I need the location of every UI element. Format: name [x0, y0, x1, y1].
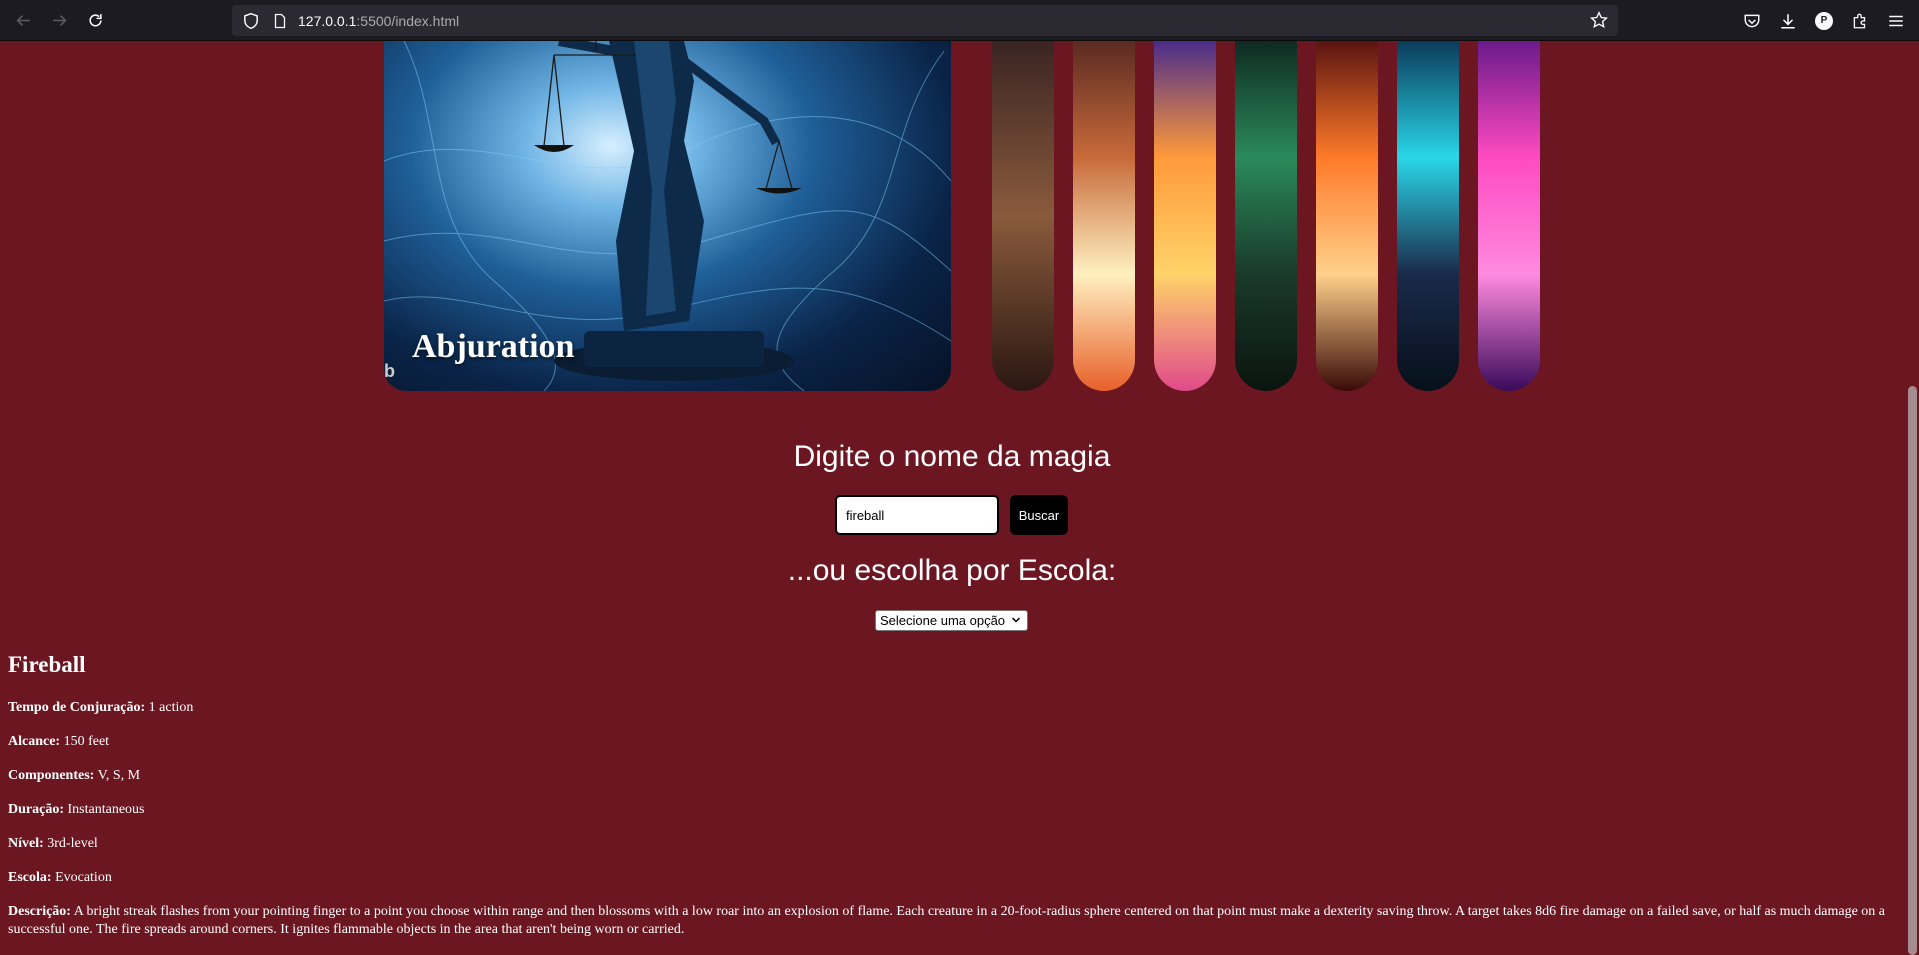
- search-button[interactable]: Buscar: [1010, 495, 1068, 535]
- shield-icon[interactable]: [242, 12, 260, 30]
- scrollbar-thumb[interactable]: [1908, 386, 1917, 955]
- school-select-value: Selecione uma opção: [880, 613, 1006, 628]
- spell-field-value: Instantaneous: [64, 802, 145, 817]
- pocket-button[interactable]: [1734, 0, 1770, 41]
- url-text[interactable]: 127.0.0.1:5500/index.html: [298, 13, 459, 29]
- gallery-active-panel[interactable]: Abjuration b: [384, 41, 951, 391]
- spell-name: Fireball: [8, 652, 86, 677]
- gallery-strip-evocation[interactable]: [1316, 41, 1378, 391]
- gallery-strip-necromancy[interactable]: [1235, 41, 1297, 391]
- spell-field-label: Nível:: [8, 836, 44, 851]
- bookmark-star-icon[interactable]: [1590, 11, 1608, 29]
- spell-details: Fireball Tempo de Conjuração: 1 action Al…: [8, 650, 1896, 955]
- spell-field: Alcance: 150 feet: [8, 733, 1896, 751]
- spell-field-label: Tempo de Conjuração:: [8, 700, 146, 715]
- menu-button[interactable]: [1878, 0, 1914, 41]
- spell-field-value: Evocation: [51, 870, 112, 885]
- spell-field-value: V, S, M: [94, 768, 141, 783]
- gallery-strip-transmutation[interactable]: [1478, 41, 1540, 391]
- school-select[interactable]: Selecione uma opção: [875, 610, 1028, 631]
- hamburger-menu-icon: [1889, 15, 1903, 26]
- gallery-strip-conjuration[interactable]: [992, 41, 1054, 391]
- spell-field: Nível: 3rd-level: [8, 835, 1896, 853]
- spell-field-value: 1 action: [145, 700, 194, 715]
- gallery-strip-divination[interactable]: [1073, 41, 1135, 391]
- reload-button[interactable]: [77, 0, 113, 41]
- extensions-button[interactable]: [1842, 0, 1878, 41]
- bing-logo-icon: b: [384, 361, 395, 381]
- forward-button[interactable]: [41, 0, 77, 41]
- school-heading: ...ou escolha por Escola:: [787, 554, 1117, 587]
- spell-field-value: 150 feet: [60, 734, 110, 749]
- spell-field-label: Componentes:: [8, 768, 95, 783]
- school-gallery: Abjuration b: [384, 41, 1544, 391]
- spell-field-label: Alcance:: [8, 734, 61, 749]
- arrow-right-icon: [52, 14, 66, 26]
- spell-field-value: A bright streak flashes from your pointi…: [8, 904, 1886, 937]
- spell-field-label: Escola:: [8, 870, 52, 885]
- page-scrollbar[interactable]: [1904, 41, 1919, 955]
- puzzle-icon: [1853, 13, 1866, 28]
- profile-avatar: P: [1815, 11, 1833, 30]
- spell-search-input[interactable]: [835, 495, 999, 535]
- url-host: 127.0.0.1: [298, 12, 357, 29]
- spell-fields: Tempo de Conjuração: 1 action Alcance: 15…: [8, 699, 1896, 939]
- spell-field: Tempo de Conjuração: 1 action: [8, 699, 1896, 717]
- browser-toolbar: 127.0.0.1:5500/index.html P: [0, 0, 1919, 41]
- downloads-button[interactable]: [1770, 0, 1806, 41]
- spell-field-label: Duração:: [8, 802, 64, 817]
- download-icon: [1781, 13, 1795, 29]
- gallery-strip-illusion[interactable]: [1397, 41, 1459, 391]
- pocket-icon: [1744, 14, 1760, 27]
- chevron-down-icon: [1011, 617, 1021, 623]
- toolbar-right: P: [1734, 0, 1919, 41]
- reload-icon: [88, 13, 102, 27]
- spell-field: Descrição: A bright streak flashes from …: [8, 903, 1896, 939]
- spell-field: Componentes: V, S, M: [8, 767, 1896, 785]
- page-icon[interactable]: [272, 13, 288, 29]
- spell-field-label: Descrição:: [8, 904, 71, 919]
- search-heading: Digite o nome da magia: [793, 440, 1111, 473]
- account-button[interactable]: P: [1806, 0, 1842, 41]
- gallery-strip-enchantment[interactable]: [1154, 41, 1216, 391]
- address-bar[interactable]: 127.0.0.1:5500/index.html: [232, 5, 1618, 36]
- spell-field: Escola: Evocation: [8, 869, 1896, 887]
- spell-field-value: 3rd-level: [43, 836, 98, 851]
- back-button[interactable]: [5, 0, 41, 41]
- spell-field: Duração: Instantaneous: [8, 801, 1896, 819]
- url-path: :5500/index.html: [356, 12, 460, 29]
- arrow-left-icon: [16, 14, 30, 26]
- school-title: Abjuration: [412, 328, 575, 365]
